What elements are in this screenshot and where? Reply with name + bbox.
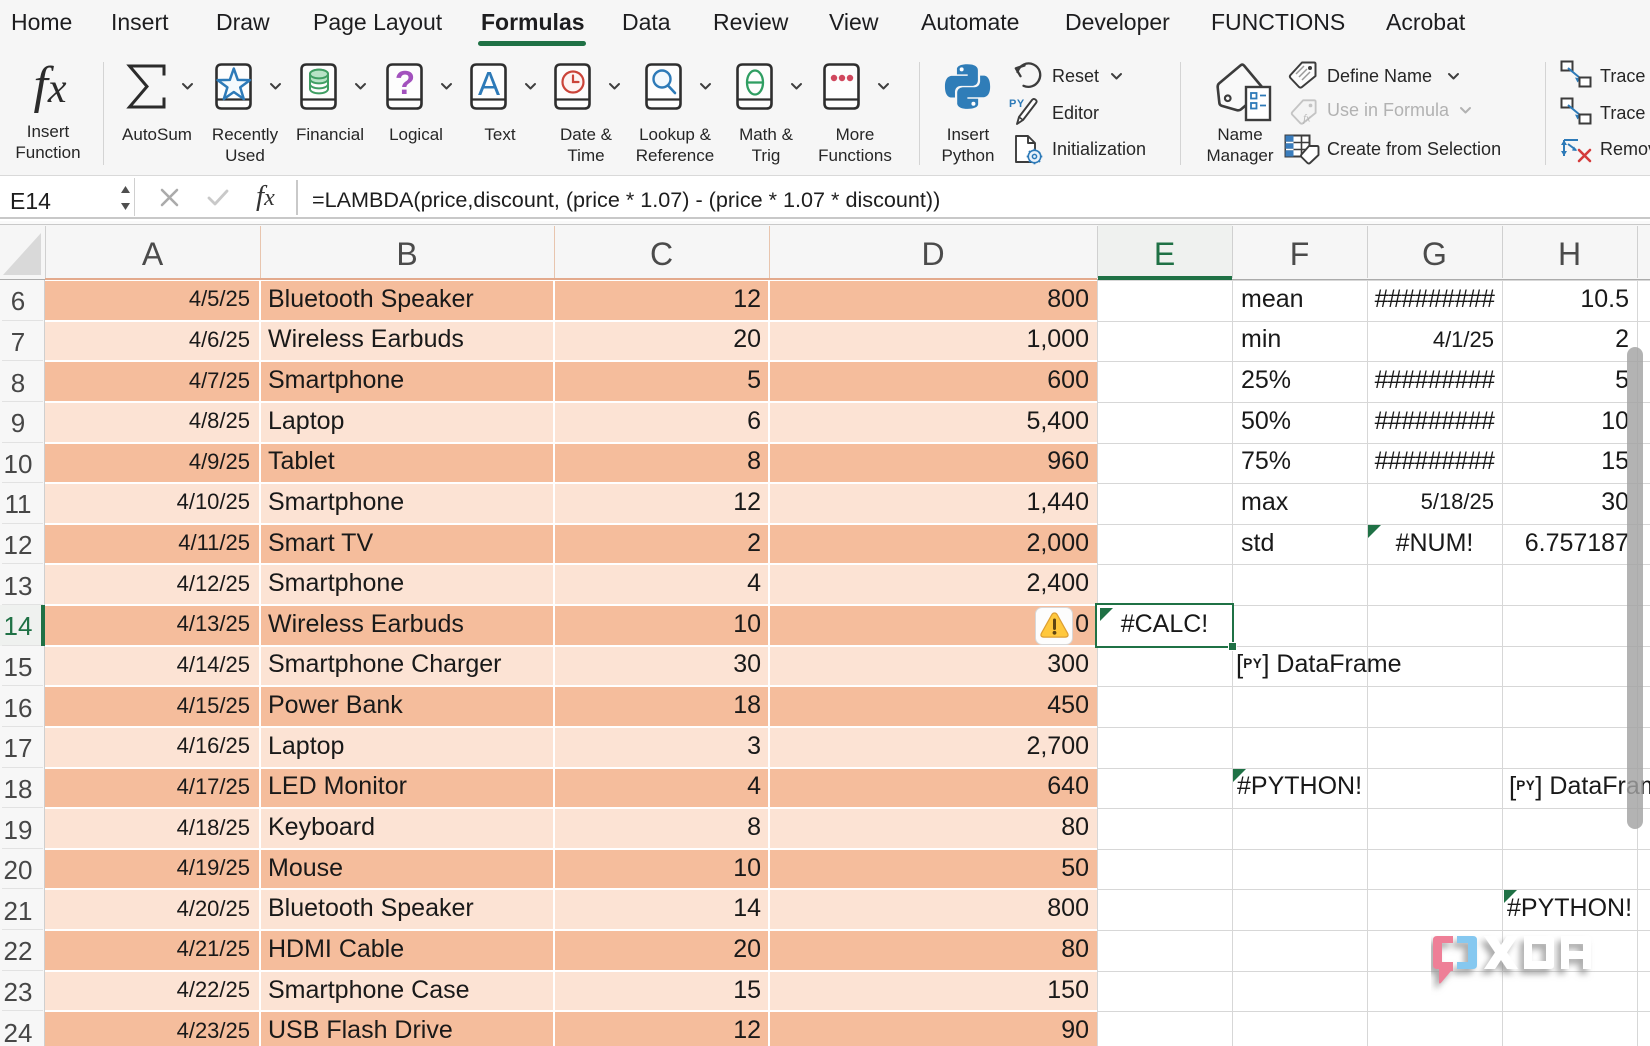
svg-text:fx: fx	[1303, 113, 1311, 124]
svg-text:?: ?	[395, 64, 415, 101]
svg-text:A: A	[478, 65, 500, 102]
svg-text:PY: PY	[1009, 98, 1025, 110]
